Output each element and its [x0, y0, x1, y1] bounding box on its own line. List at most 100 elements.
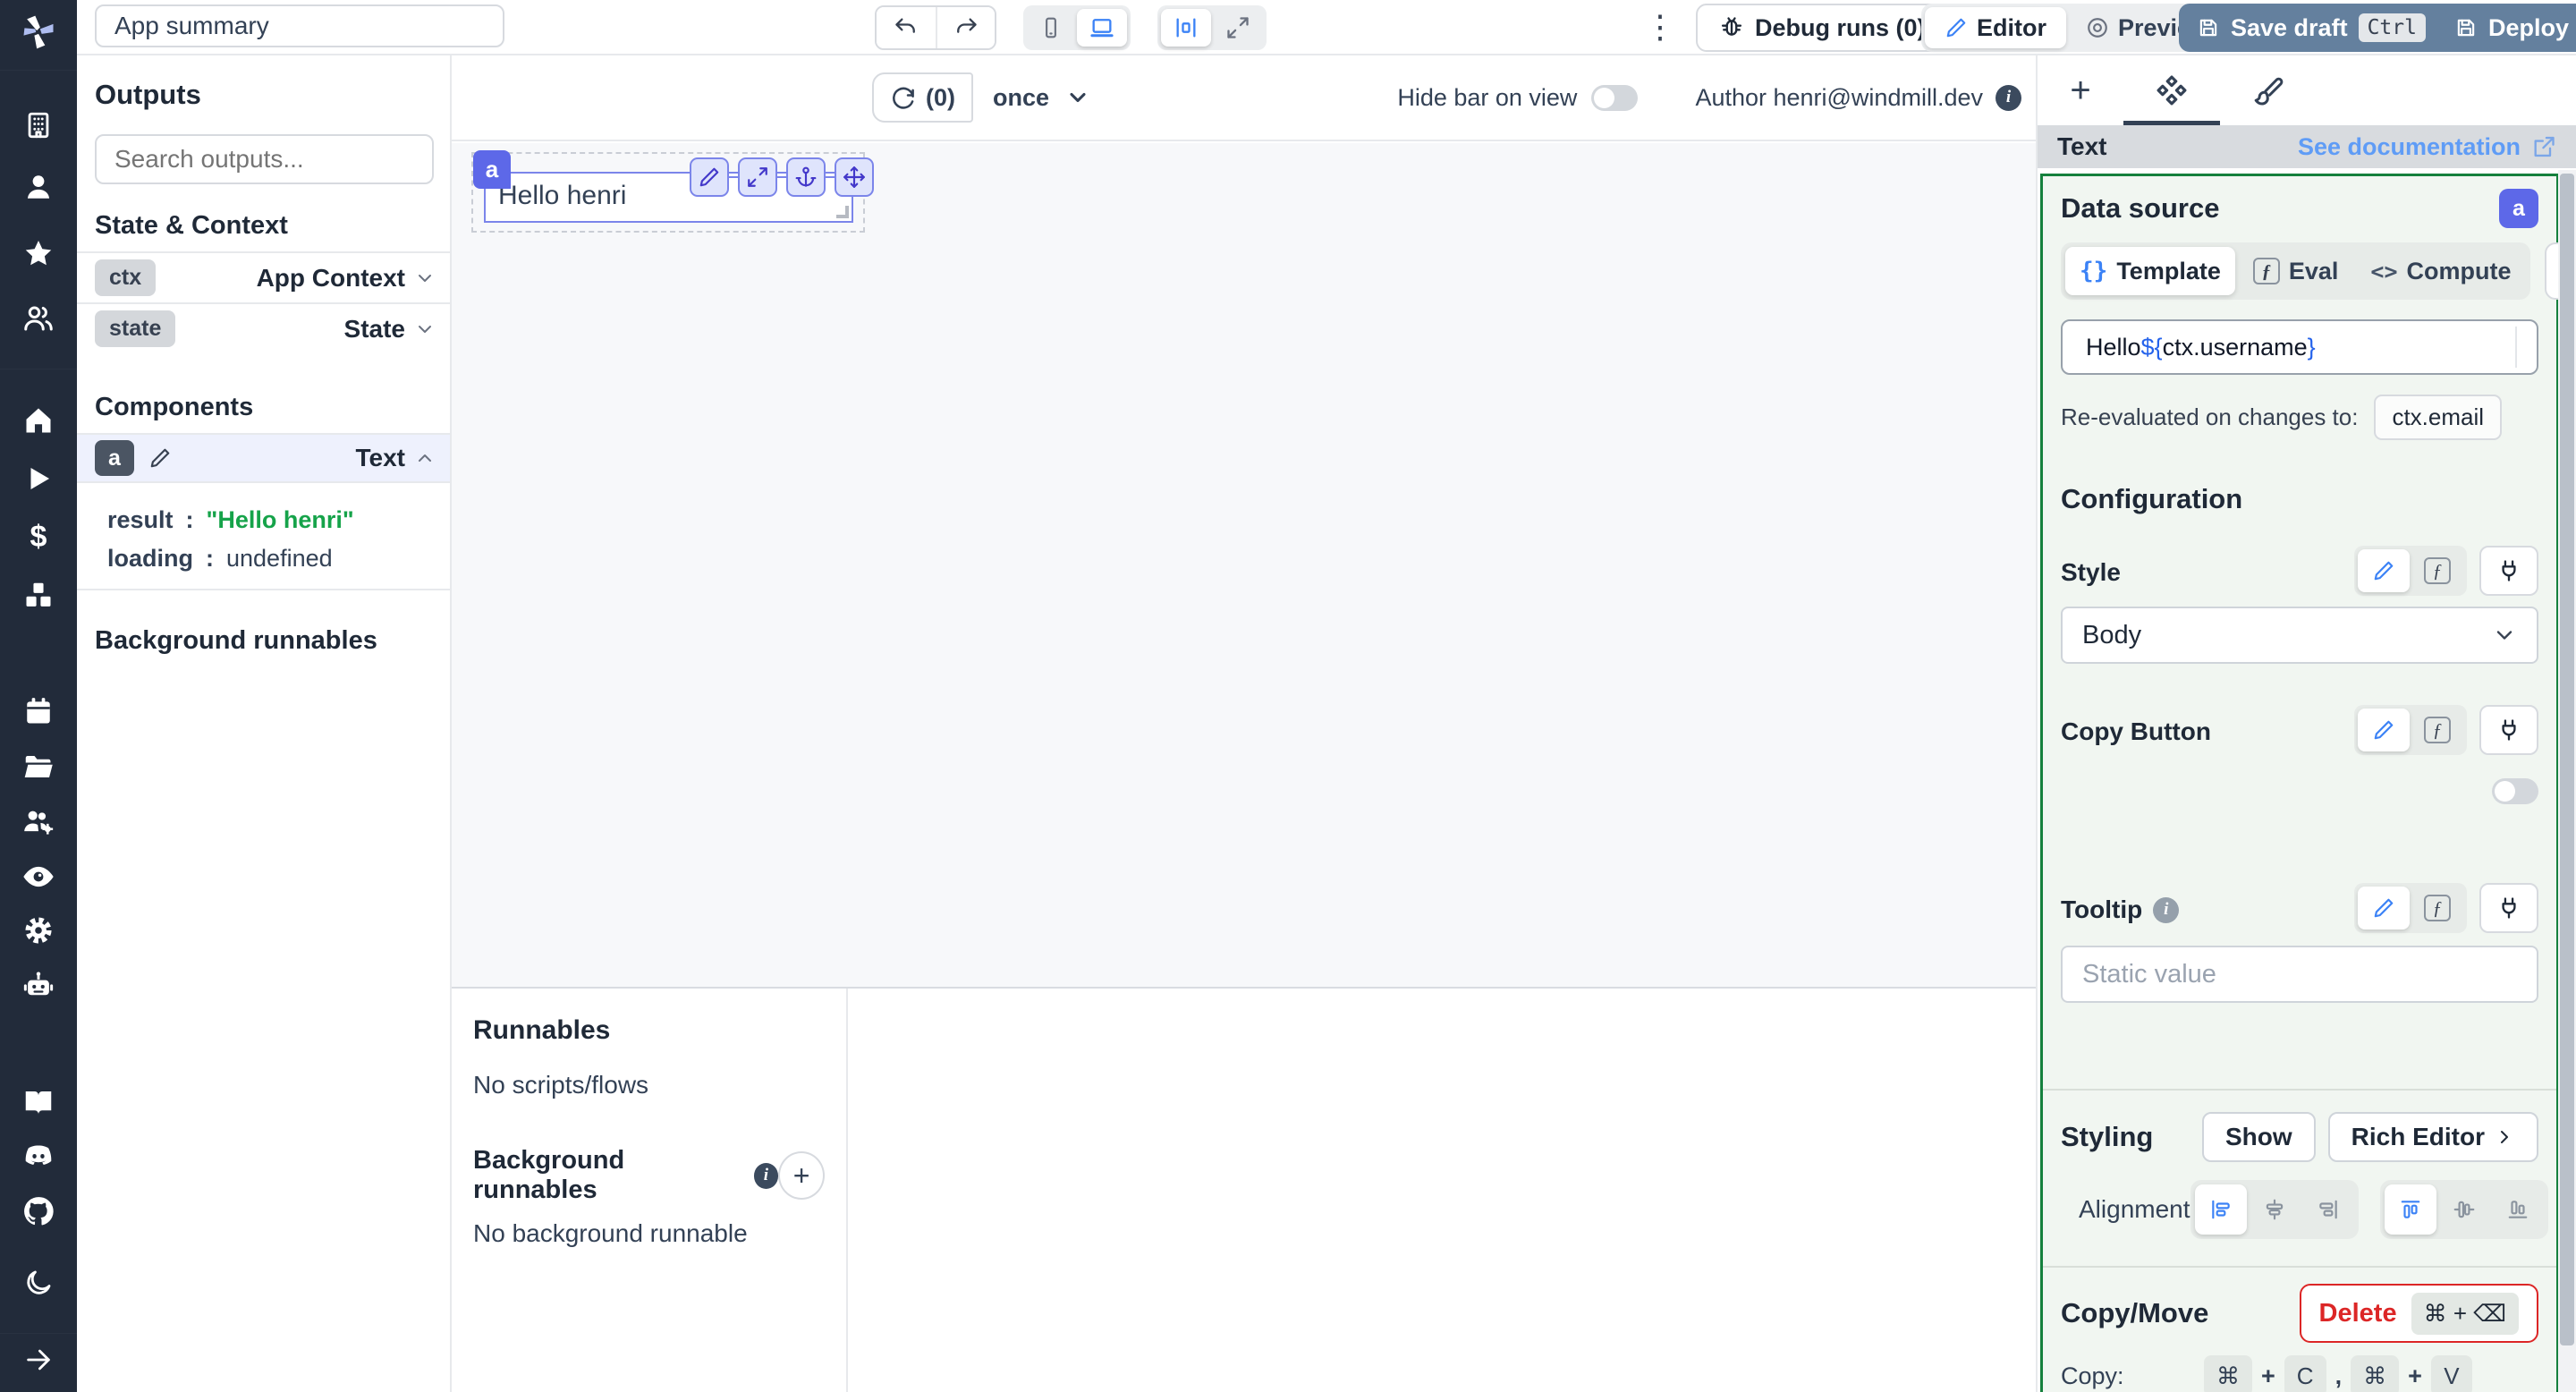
app-canvas[interactable]: a Hello henri	[452, 143, 2036, 987]
output-row-ctx[interactable]: ctx App Context	[77, 251, 450, 302]
chevron-down-icon[interactable]	[414, 267, 436, 289]
static-mode-button[interactable]	[2358, 887, 2410, 929]
scrollbar-thumb[interactable]	[2560, 174, 2574, 1345]
search-outputs-input[interactable]	[95, 134, 434, 184]
fullscreen-layout-button[interactable]	[1213, 9, 1263, 47]
sidebar-item-dark-mode[interactable]	[0, 1263, 77, 1303]
tab-insert-component[interactable]: +	[2038, 55, 2123, 125]
chevron-up-icon[interactable]	[414, 447, 436, 469]
tab-styling[interactable]	[2220, 55, 2317, 125]
tab-editor[interactable]: Editor	[1925, 7, 2066, 48]
sidebar-item-settings[interactable]	[0, 911, 77, 950]
connect-input-button[interactable]	[2479, 883, 2538, 933]
style-select[interactable]: Body	[2061, 607, 2538, 664]
refresh-mode-dropdown[interactable]: once	[993, 84, 1090, 112]
sidebar-item-runs[interactable]	[0, 459, 77, 498]
tab-component-settings[interactable]	[2123, 55, 2220, 125]
edit-component-button[interactable]	[690, 157, 729, 197]
output-row-state[interactable]: state State	[77, 302, 450, 353]
info-icon[interactable]: i	[753, 1162, 779, 1189]
align-center-v-button[interactable]	[2438, 1184, 2490, 1235]
align-left-button[interactable]	[2194, 1184, 2247, 1235]
anchor-component-button[interactable]	[786, 157, 826, 197]
sidebar-item-folders[interactable]	[0, 747, 77, 786]
static-mode-button[interactable]	[2358, 549, 2410, 592]
tab-template[interactable]: {} Template	[2065, 247, 2235, 295]
align-top-button[interactable]	[2384, 1184, 2436, 1235]
sidebar-item-audit[interactable]	[0, 857, 77, 896]
sidebar-item-workspace[interactable]	[0, 106, 77, 145]
reeval-dependency-chip[interactable]: ctx.email	[2374, 395, 2503, 440]
connect-input-button[interactable]	[2479, 546, 2538, 596]
windmill-logo[interactable]	[0, 13, 77, 52]
sidebar-item-favorites[interactable]	[0, 234, 77, 274]
component-row-a[interactable]: a Text	[77, 433, 450, 483]
sidebar-item-resources[interactable]	[0, 576, 77, 615]
align-bottom-button[interactable]	[2492, 1184, 2544, 1235]
sidebar-item-user[interactable]	[0, 167, 77, 207]
resize-handle[interactable]	[836, 206, 849, 218]
book-icon	[25, 1091, 52, 1115]
add-background-runnable-button[interactable]: +	[778, 1151, 825, 1200]
app-summary-input[interactable]	[95, 4, 504, 47]
undo-button[interactable]	[877, 7, 936, 48]
template-code-input[interactable]: Hello ${ctx.username}	[2061, 319, 2538, 375]
component-header: Text See documentation	[2038, 125, 2576, 168]
component-props: result : "Hello henri" loading : undefin…	[77, 483, 450, 590]
eval-mode-button[interactable]: ƒ	[2411, 549, 2463, 592]
author-info: Author henri@windmill.dev i	[1695, 84, 2021, 112]
chevron-down-icon[interactable]	[414, 318, 436, 340]
sidebar-expand-button[interactable]	[0, 1340, 77, 1379]
tab-compute[interactable]: <> Compute	[2356, 247, 2525, 295]
mobile-view-button[interactable]	[1027, 9, 1075, 47]
eval-mode-button[interactable]: ƒ	[2411, 887, 2463, 929]
copy-button-toggle[interactable]	[2492, 778, 2538, 804]
show-styling-button[interactable]: Show	[2201, 1112, 2316, 1162]
debug-runs-button[interactable]: Debug runs (0)	[1696, 4, 1949, 52]
prop-row-loading[interactable]: loading : undefined	[107, 545, 450, 573]
prop-row-result[interactable]: result : "Hello henri"	[107, 506, 450, 534]
sidebar-item-docs[interactable]	[0, 1082, 77, 1122]
sidebar-item-discord[interactable]	[0, 1136, 77, 1176]
runnables-title: Runnables	[473, 1015, 611, 1045]
see-documentation-link[interactable]: See documentation	[2298, 133, 2556, 161]
info-icon[interactable]: i	[1996, 84, 2021, 111]
prop-value: undefined	[226, 545, 333, 572]
expand-component-button[interactable]	[738, 157, 777, 197]
settings-panel: + Text See documentation Data source a {…	[2036, 55, 2576, 1392]
tab-eval[interactable]: ƒ Eval	[2239, 247, 2353, 295]
eval-mode-button[interactable]: ƒ	[2411, 709, 2463, 751]
sidebar-item-workers[interactable]	[0, 802, 77, 841]
component-id-badge: a	[2499, 189, 2538, 228]
align-right-button[interactable]	[2302, 1184, 2354, 1235]
refresh-button[interactable]: (0)	[872, 72, 973, 123]
deploy-button[interactable]: Deploy	[2436, 4, 2576, 52]
undo-redo-group	[875, 5, 996, 50]
desktop-view-button[interactable]	[1077, 9, 1127, 47]
hide-bar-toggle[interactable]	[1591, 84, 1639, 111]
windmill-logo-icon	[23, 15, 54, 49]
smartphone-icon	[1046, 17, 1056, 38]
static-mode-button[interactable]	[2358, 709, 2410, 751]
more-menu-button[interactable]: ⋮	[1644, 7, 1676, 47]
info-icon[interactable]: i	[2153, 896, 2180, 923]
sidebar-item-variables[interactable]: $	[0, 517, 77, 556]
connect-input-button[interactable]	[2479, 705, 2538, 755]
component-type-label: Text	[355, 444, 406, 471]
align-center-h-button[interactable]	[2249, 1184, 2301, 1235]
redo-button[interactable]	[936, 7, 995, 48]
rich-editor-button[interactable]: Rich Editor	[2327, 1112, 2538, 1162]
pen-icon[interactable]	[148, 446, 172, 470]
shortcut-row-copy: Copy: ⌘ + C , ⌘ + V	[2061, 1355, 2538, 1392]
centered-layout-button[interactable]	[1161, 9, 1211, 47]
sidebar-item-ai[interactable]	[0, 966, 77, 1006]
settings-scrollbar[interactable]	[2558, 170, 2576, 1392]
sidebar-item-schedules[interactable]	[0, 692, 77, 731]
sidebar-item-groups[interactable]	[0, 299, 77, 338]
delete-component-button[interactable]: Delete ⌘ + ⌫	[2299, 1284, 2538, 1343]
sidebar-item-home[interactable]	[0, 401, 77, 440]
background-empty-label: No background runnable	[473, 1219, 748, 1247]
sidebar-item-github[interactable]	[0, 1192, 77, 1231]
move-component-button[interactable]	[835, 157, 874, 197]
tooltip-input[interactable]	[2061, 946, 2538, 1003]
